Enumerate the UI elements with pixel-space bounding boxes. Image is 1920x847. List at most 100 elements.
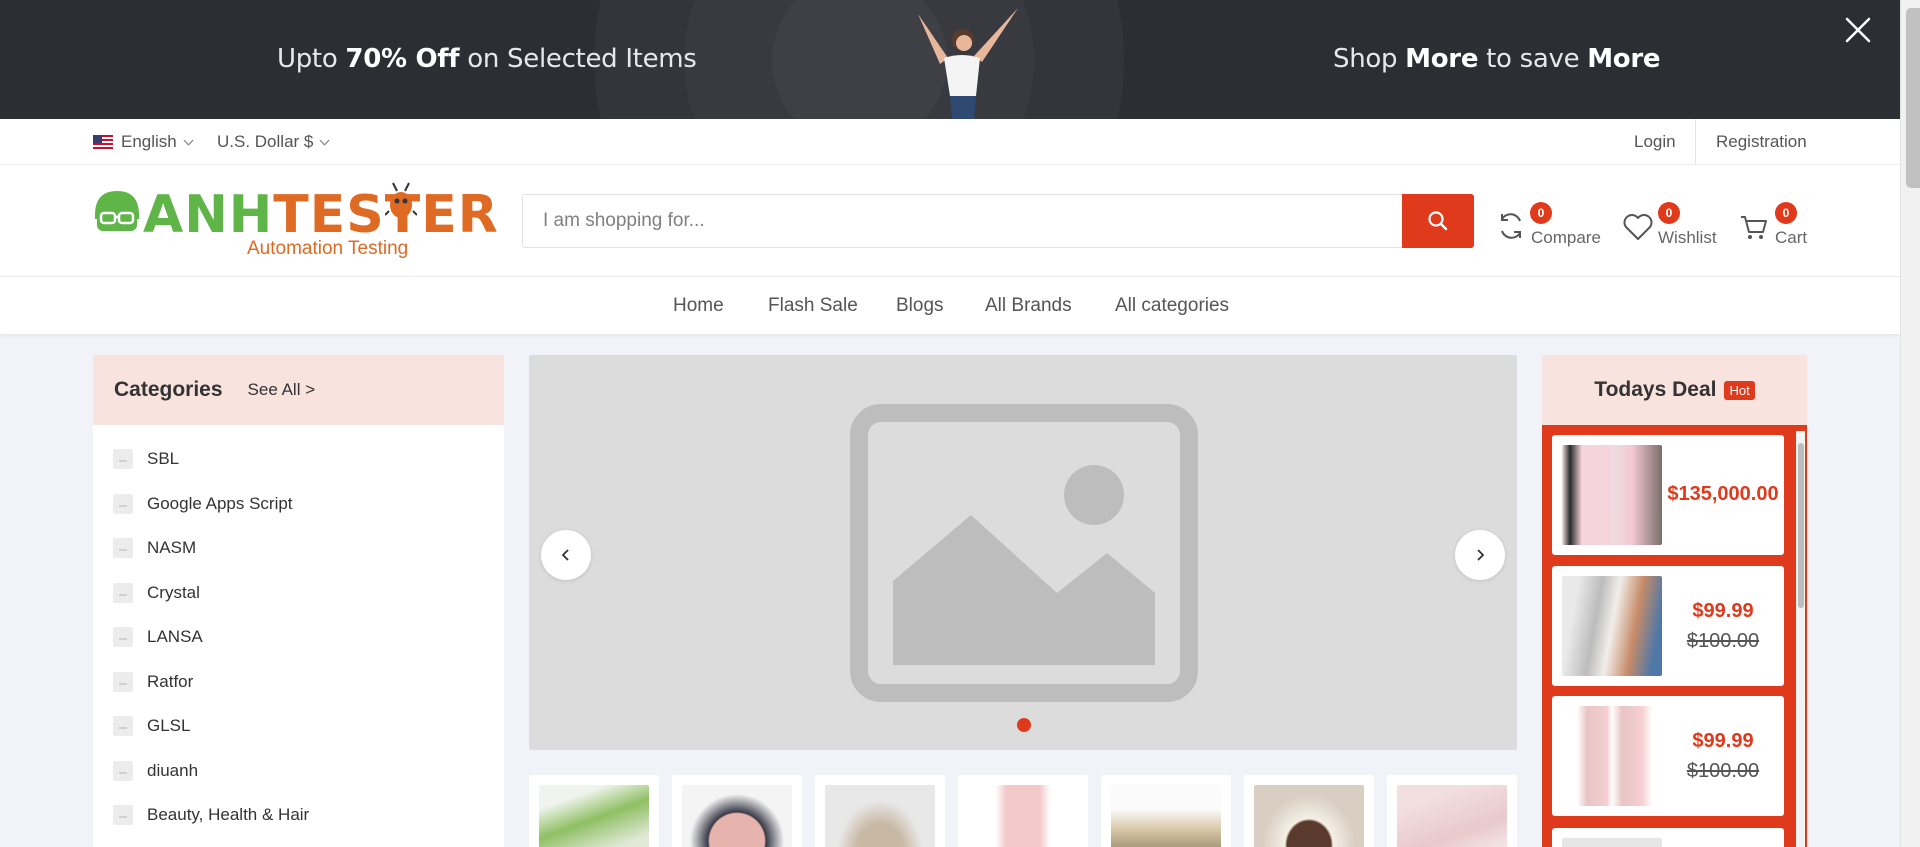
category-label: GLSL <box>147 716 191 736</box>
product-thumb[interactable] <box>1244 775 1374 847</box>
chevron-left-icon <box>561 549 569 561</box>
language-selector[interactable]: English <box>93 119 194 165</box>
category-thumb-icon <box>113 493 133 514</box>
heart-icon <box>1623 214 1653 240</box>
nav-flash-sale[interactable]: Flash Sale <box>768 295 858 317</box>
slider-next-button[interactable] <box>1455 530 1505 580</box>
us-flag-icon <box>93 135 113 149</box>
categories-panel: Categories See All > SBL Google Apps Scr… <box>93 355 504 847</box>
hero-slider[interactable] <box>529 355 1517 750</box>
product-thumb[interactable] <box>1101 775 1231 847</box>
deal-price: $99.99 <box>1692 730 1754 752</box>
compare-link[interactable]: 0 Compare <box>1497 202 1602 252</box>
product-thumb[interactable] <box>672 775 802 847</box>
compare-arrows-icon <box>1501 213 1521 239</box>
chevron-down-icon <box>183 135 194 145</box>
category-label: SBL <box>147 449 180 469</box>
logo-tagline: Automation Testing <box>247 238 409 259</box>
compare-count-badge: 0 <box>1530 202 1552 224</box>
deal-scrollbar[interactable] <box>1796 431 1805 847</box>
category-item[interactable]: Ratfor <box>93 660 504 705</box>
language-label: English <box>121 132 177 151</box>
category-list: SBL Google Apps Script NASM Crystal LANS… <box>93 425 504 838</box>
image-placeholder-icon <box>850 404 1198 702</box>
category-item[interactable]: Crystal <box>93 571 504 616</box>
compare-label: Compare <box>1531 228 1601 247</box>
product-thumb[interactable] <box>529 775 659 847</box>
cake-image <box>1254 785 1364 847</box>
deal-product-card[interactable]: $99.99 $100.00 <box>1552 696 1784 816</box>
category-label: NASM <box>147 538 197 558</box>
category-label: Google Apps Script <box>147 493 293 513</box>
deal-product-card[interactable]: $135,000.00 <box>1552 435 1784 555</box>
cart-label: Cart <box>1775 228 1808 247</box>
promo-banner[interactable]: Upto 70% Off on Selected Items Shop More… <box>0 0 1900 119</box>
todays-deal-title: Todays Deal <box>1594 378 1717 401</box>
category-thumb-icon <box>113 538 133 559</box>
login-link[interactable]: Login <box>1634 119 1676 165</box>
close-banner-icon[interactable] <box>1842 14 1874 46</box>
search-button[interactable] <box>1402 194 1474 248</box>
registration-link[interactable]: Registration <box>1716 119 1807 165</box>
books-image <box>1562 576 1662 676</box>
nav-all-brands[interactable]: All Brands <box>985 295 1072 317</box>
todays-deal-panel: Todays Deal Hot $135,000.00 $99.99 $100.… <box>1542 355 1807 847</box>
deal-scrollbar-thumb[interactable] <box>1798 443 1804 608</box>
search-bar <box>522 194 1474 248</box>
chevron-down-icon <box>319 135 330 145</box>
page-scrollbar-thumb[interactable] <box>1906 8 1920 188</box>
hot-badge: Hot <box>1724 380 1755 400</box>
product-thumb[interactable] <box>1387 775 1517 847</box>
wishlist-link[interactable]: 0 Wishlist <box>1623 202 1723 252</box>
category-item[interactable]: GLSL <box>93 704 504 749</box>
deal-price: $135,000.00 <box>1667 483 1779 505</box>
category-label: Ratfor <box>147 671 194 691</box>
currency-label: U.S. Dollar $ <box>217 132 314 151</box>
main-nav: Home Flash Sale Blogs All Brands All cat… <box>0 277 1900 334</box>
site-logo[interactable]: ANHTESTER Automation Testing <box>93 182 498 265</box>
search-icon <box>1428 211 1448 231</box>
nav-all-categories[interactable]: All categories <box>1115 295 1229 317</box>
plant-image <box>539 785 649 847</box>
helmet-image <box>682 785 792 847</box>
pink-phone-image <box>1562 706 1662 806</box>
category-thumb-icon <box>113 627 133 648</box>
category-item[interactable]: Beauty, Health & Hair <box>93 793 504 838</box>
promo-model-image <box>918 8 1018 119</box>
category-item[interactable]: SBL <box>93 437 504 482</box>
nav-blogs[interactable]: Blogs <box>896 295 944 317</box>
wishlist-label: Wishlist <box>1658 228 1717 247</box>
featured-thumbnails <box>529 775 1517 847</box>
divider <box>1695 119 1696 165</box>
category-thumb-icon <box>113 582 133 603</box>
product-thumb[interactable] <box>958 775 1088 847</box>
phone-case-image <box>1562 445 1662 545</box>
deal-old-price: $100.00 <box>1686 760 1760 782</box>
pink-phone-image <box>968 785 1078 847</box>
cart-link[interactable]: 0 Cart <box>1740 202 1810 252</box>
slider-dot[interactable] <box>1017 718 1031 732</box>
promo-right-text: Shop More to save More <box>1333 44 1661 74</box>
deal-price: $99.99 <box>1692 600 1754 622</box>
currency-selector[interactable]: U.S. Dollar $ <box>217 119 330 165</box>
nav-home[interactable]: Home <box>673 295 724 317</box>
category-item[interactable]: diuanh <box>93 749 504 794</box>
cart-count-badge: 0 <box>1775 202 1797 224</box>
category-item[interactable]: LANSA <box>93 615 504 660</box>
product-thumb[interactable] <box>815 775 945 847</box>
see-all-link[interactable]: See All > <box>248 380 316 400</box>
category-item[interactable]: Google Apps Script <box>93 482 504 527</box>
categories-title: Categories <box>114 378 223 401</box>
deal-product-card[interactable] <box>1552 828 1784 847</box>
logo-bug-icon <box>385 182 417 218</box>
categories-header: Categories See All > <box>93 355 504 425</box>
category-item[interactable]: NASM <box>93 526 504 571</box>
search-input[interactable] <box>523 195 1403 247</box>
category-thumb-icon <box>113 671 133 692</box>
page-scrollbar[interactable] <box>1900 0 1920 847</box>
slider-prev-button[interactable] <box>541 530 591 580</box>
deal-product-card[interactable]: $99.99 $100.00 <box>1552 566 1784 686</box>
category-thumb-icon <box>113 449 133 470</box>
handbag-image <box>825 785 935 847</box>
wishlist-count-badge: 0 <box>1658 202 1680 224</box>
